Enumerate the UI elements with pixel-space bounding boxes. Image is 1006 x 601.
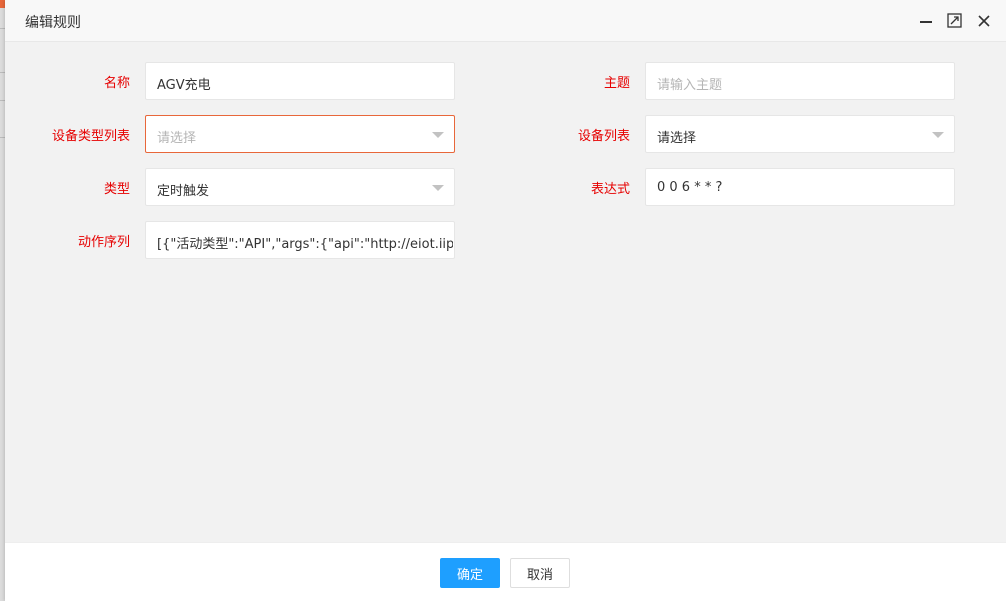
dialog-footer: 确定 取消: [5, 542, 1006, 601]
topic-label: 主题: [603, 76, 630, 91]
rule-form: 名称 AGV充电 主题 请输入主题 设备类型列表 请选择 设备列表 请选择 类型…: [5, 42, 1006, 542]
form-row: 名称 AGV充电 主题 请输入主题: [5, 62, 1006, 100]
expression-input[interactable]: 0 0 6 * * ?: [645, 168, 955, 206]
confirm-button[interactable]: 确定: [440, 558, 500, 588]
expression-label: 表达式: [590, 182, 630, 197]
caret-down-icon: [432, 185, 444, 191]
type-value: 定时触发: [157, 184, 210, 199]
expression-value: 0 0 6 * * ?: [657, 180, 723, 195]
device-list-value: 请选择: [657, 131, 697, 146]
topic-input[interactable]: 请输入主题: [645, 62, 955, 100]
device-list-label: 设备列表: [577, 129, 630, 144]
action-sequence-input[interactable]: [{"活动类型":"API","args":{"api":"http://eio…: [145, 221, 455, 259]
form-row: 类型 定时触发 表达式 0 0 6 * * ?: [5, 168, 1006, 206]
action-sequence-label: 动作序列: [77, 235, 130, 250]
edit-rule-dialog: 编辑规则 名称 AGV充电 主题 请输入主题 设备类型列表 请选择 设备列表 请…: [5, 0, 1006, 601]
cancel-button[interactable]: 取消: [510, 558, 570, 588]
device-type-list-select[interactable]: 请选择: [145, 115, 455, 153]
form-row: 设备类型列表 请选择 设备列表 请选择: [5, 115, 1006, 153]
device-type-list-label: 设备类型列表: [51, 129, 130, 144]
type-select[interactable]: 定时触发: [145, 168, 455, 206]
close-icon[interactable]: [975, 12, 992, 29]
device-type-list-placeholder: 请选择: [157, 131, 197, 146]
minimize-icon[interactable]: [917, 12, 934, 29]
maximize-icon[interactable]: [946, 12, 963, 29]
window-controls: [917, 12, 992, 29]
name-label: 名称: [103, 76, 130, 91]
device-list-select[interactable]: 请选择: [645, 115, 955, 153]
name-value: AGV充电: [157, 78, 211, 93]
name-input[interactable]: AGV充电: [145, 62, 455, 100]
action-sequence-value: [{"活动类型":"API","args":{"api":"http://eio…: [157, 237, 453, 252]
form-row: 动作序列 [{"活动类型":"API","args":{"api":"http:…: [5, 221, 1006, 259]
dialog-title: 编辑规则: [25, 15, 81, 31]
caret-down-icon: [432, 132, 444, 138]
caret-down-icon: [932, 132, 944, 138]
dialog-titlebar[interactable]: 编辑规则: [5, 0, 1006, 42]
type-label: 类型: [103, 182, 130, 197]
topic-placeholder: 请输入主题: [657, 78, 723, 93]
